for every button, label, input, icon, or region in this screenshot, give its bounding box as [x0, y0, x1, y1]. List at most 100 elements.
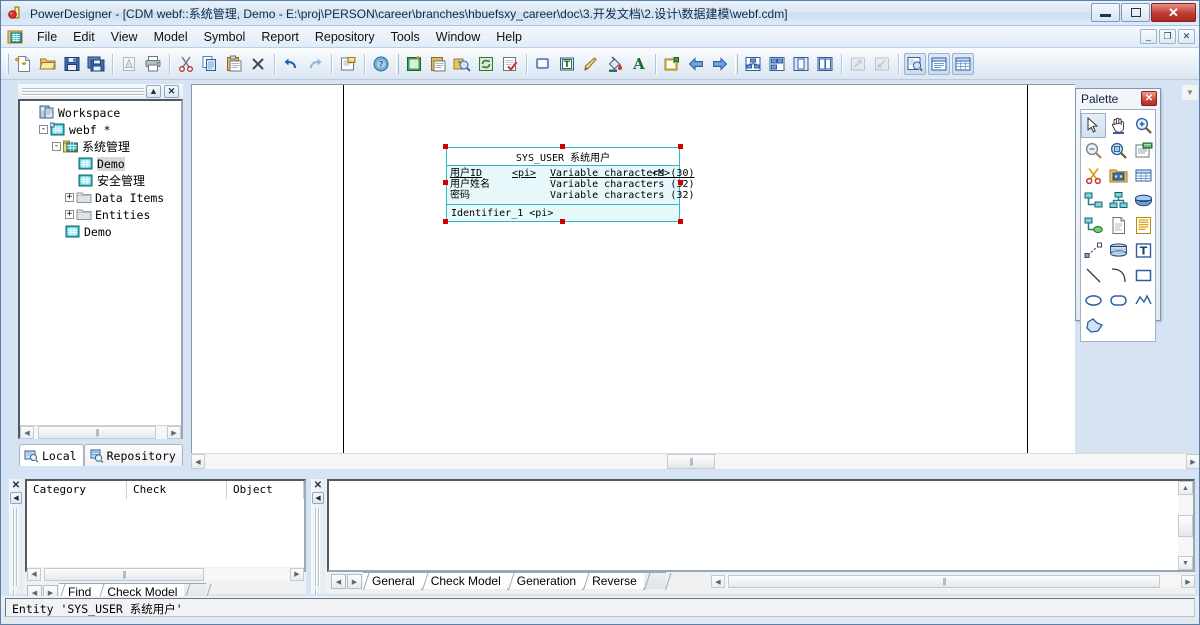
check-model-icon[interactable] [499, 53, 521, 75]
polyline-icon[interactable] [1131, 288, 1156, 313]
output-scroll-up-icon[interactable]: ▲ [1178, 481, 1193, 495]
canvas-hscrollbar[interactable]: ◀ ||| ▶ [191, 453, 1199, 469]
undo-arrow-icon[interactable] [280, 53, 302, 75]
delete-scissors-icon[interactable] [1081, 163, 1106, 188]
canvas-scroll-thumb[interactable]: ||| [667, 454, 715, 469]
tree-collapse-icon[interactable]: - [39, 125, 48, 134]
browser-toggle-icon[interactable] [904, 52, 926, 75]
result-list-collapse-button[interactable]: ◀ [10, 492, 22, 504]
tree-node-demo[interactable]: Demo [24, 155, 181, 172]
result-list-scroll-track[interactable]: ||| [41, 567, 290, 581]
zoom-in-page-icon[interactable] [871, 53, 893, 75]
print-preview-icon[interactable] [118, 53, 140, 75]
note-icon[interactable] [1131, 213, 1156, 238]
zoom-out-page-icon[interactable] [847, 53, 869, 75]
output-toggle-icon[interactable] [928, 52, 950, 75]
menu-edit[interactable]: Edit [65, 27, 103, 47]
zoom-out-icon[interactable] [1081, 138, 1106, 163]
mdi-restore-button[interactable]: ❐ [1159, 29, 1176, 44]
result-list-column-object[interactable]: Object [227, 481, 304, 499]
tab-repository[interactable]: Repository [83, 444, 183, 466]
selection-handle-se[interactable] [678, 219, 683, 224]
menu-report[interactable]: Report [253, 27, 307, 47]
browser-scroll-track[interactable]: ||| [34, 426, 167, 439]
tree-node-demo[interactable]: Demo [24, 223, 181, 240]
tab-local[interactable]: Local [19, 444, 84, 466]
toolbar-grip-2[interactable] [396, 53, 399, 74]
output-scroll-track[interactable]: ||| [725, 575, 1181, 588]
auto-layout-icon[interactable] [742, 53, 764, 75]
model-app-icon[interactable] [7, 29, 24, 45]
output-scroll-down-icon[interactable]: ▼ [1178, 556, 1193, 570]
tab-check-model[interactable]: Check Model [421, 572, 508, 589]
line-style-icon[interactable] [580, 53, 602, 75]
tree-node-data-items[interactable]: + Data Items [24, 189, 181, 206]
help-icon[interactable]: ? [370, 53, 392, 75]
result-list-column-check[interactable]: Check [127, 481, 227, 499]
line-icon[interactable] [1081, 263, 1106, 288]
toolbar-grip[interactable] [6, 53, 9, 74]
title-text-icon[interactable]: T [1131, 238, 1156, 263]
canvas-vscroll-down-icon[interactable]: ▼ [1182, 85, 1198, 100]
tab-generation[interactable]: Generation [507, 572, 584, 589]
tree-node-系统管理[interactable]: - 系统管理 [24, 138, 181, 155]
tab-reverse[interactable]: Reverse [583, 572, 644, 589]
paste-clipboard-icon[interactable] [223, 53, 245, 75]
tab-general[interactable]: General [363, 572, 422, 589]
tree-node-webf--[interactable]: - webf * [24, 121, 181, 138]
browser-collapse-button[interactable]: ▲ [146, 85, 161, 98]
menu-view[interactable]: View [103, 27, 146, 47]
palette-close-button[interactable]: ✕ [1141, 91, 1157, 106]
browser-hscrollbar[interactable]: ◀ ||| ▶ [20, 425, 181, 439]
text-format-icon[interactable]: T [556, 53, 578, 75]
entity-symbol-sys-user[interactable]: SYS_USER 系统用户 用户ID <pi> Variable character… [446, 147, 695, 222]
save-icon[interactable] [61, 53, 83, 75]
properties-note-icon[interactable] [1131, 138, 1156, 163]
open-folder-icon[interactable] [37, 53, 59, 75]
result-list-column-category[interactable]: Category [27, 481, 127, 499]
redo-arrow-icon[interactable] [304, 53, 326, 75]
output-close-button[interactable]: ✕ [312, 480, 324, 491]
menu-model[interactable]: Model [146, 27, 196, 47]
copy-icon[interactable] [199, 53, 221, 75]
toolbar-grip-3[interactable] [735, 53, 738, 74]
browser-scroll-thumb[interactable]: ||| [38, 426, 156, 439]
output-scroll-thumb[interactable]: ||| [728, 575, 1160, 588]
close-button[interactable]: ✕ [1151, 3, 1196, 22]
output-vscrollbar[interactable]: ▲ ▼ [1178, 481, 1193, 570]
browser-scroll-left-icon[interactable]: ◀ [20, 426, 34, 439]
tree-expand-icon[interactable]: + [65, 193, 74, 202]
selection-handle-e[interactable] [678, 180, 683, 185]
result-list-close-button[interactable]: ✕ [10, 480, 22, 491]
arc-icon[interactable] [1106, 263, 1131, 288]
compare-models-icon[interactable] [451, 53, 473, 75]
entity-attribute-row[interactable]: 用户ID <pi> Variable characters (30) <M> [450, 168, 695, 179]
entity-attribute-row[interactable]: 用户姓名 Variable characters (32) [450, 179, 695, 190]
zoom-in-icon[interactable] [1131, 113, 1156, 138]
file-icon[interactable] [1106, 213, 1131, 238]
diagram-canvas[interactable]: SYS_USER 系统用户 用户ID <pi> Variable character… [191, 84, 1075, 469]
selection-handle-sw[interactable] [443, 219, 448, 224]
output-collapse-button[interactable]: ◀ [312, 492, 324, 504]
result-list-grid[interactable]: Category Check Object [25, 479, 306, 572]
refresh-icon[interactable] [475, 53, 497, 75]
polygon-icon[interactable] [1081, 313, 1106, 338]
rounded-rect-icon[interactable] [1106, 288, 1131, 313]
association-icon[interactable] [1131, 188, 1156, 213]
result-list-scroll-left-icon[interactable]: ◀ [27, 567, 41, 581]
zoom-area-icon[interactable] [1106, 138, 1131, 163]
delete-x-icon[interactable] [247, 53, 269, 75]
menu-help[interactable]: Help [488, 27, 530, 47]
page-view-icon[interactable] [790, 53, 812, 75]
package-box-icon[interactable] [1106, 163, 1131, 188]
align-icon[interactable] [766, 53, 788, 75]
selection-handle-s[interactable] [560, 219, 565, 224]
new-model-icon[interactable] [403, 53, 425, 75]
tree-expand-icon[interactable]: + [65, 210, 74, 219]
import-icon[interactable] [427, 53, 449, 75]
mdi-close-button[interactable]: ✕ [1178, 29, 1195, 44]
canvas-scroll-left-icon[interactable]: ◀ [191, 454, 205, 469]
menu-repository[interactable]: Repository [307, 27, 383, 47]
maximize-button[interactable] [1121, 3, 1150, 22]
selection-handle-ne[interactable] [678, 144, 683, 149]
